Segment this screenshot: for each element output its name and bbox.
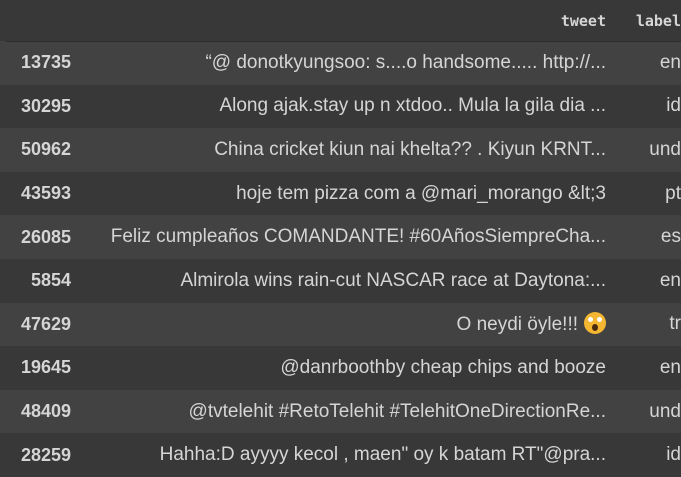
tweet-cell: hoje tem pizza com a @mari_morango &lt;3 bbox=[84, 172, 612, 216]
header-row: tweet label bbox=[0, 0, 681, 41]
table-row: 13735 “@ donotkyungsoo: s....o handsome..… bbox=[0, 41, 681, 85]
tweet-column-header: tweet bbox=[560, 11, 606, 30]
table-row: 19645 @danrboothby cheap chips and booze e… bbox=[0, 346, 681, 390]
table-row: 43593 hoje tem pizza com a @mari_morango … bbox=[0, 171, 681, 216]
dataframe-table: tweet label 13735 “@ donotkyungsoo: s....… bbox=[0, 0, 681, 477]
table-body: 13735 “@ donotkyungsoo: s....o handsome..… bbox=[0, 41, 681, 477]
tweet-text: Feliz cumpleaños COMANDANTE! #60AñosSiem… bbox=[110, 226, 606, 248]
table-row: 48409 @tvtelehit #RetoTelehit #TelehitOne… bbox=[0, 389, 681, 434]
header-divider bbox=[6, 41, 681, 42]
dataframe-output: tweet label 13735 “@ donotkyungsoo: s....… bbox=[0, 0, 681, 477]
row-index: 48409 bbox=[20, 401, 71, 422]
tweet-cell: China cricket kiun nai khelta?? . Kiyun … bbox=[84, 128, 612, 172]
row-index: 19645 bbox=[20, 357, 71, 378]
label-cell: id bbox=[666, 444, 681, 466]
table-row: 5854 Almirola wins rain-cut NASCAR race a… bbox=[0, 258, 681, 303]
table-row: 26085 Feliz cumpleaños COMANDANTE! #60Año… bbox=[0, 215, 681, 259]
tweet-cell: Along ajak.stay up n xtdoo.. Mula la gil… bbox=[84, 85, 612, 129]
table-row: 50962 China cricket kiun nai khelta?? . K… bbox=[0, 128, 681, 172]
label-cell: pt bbox=[665, 182, 681, 204]
label-cell: en bbox=[659, 269, 681, 291]
tweet-text: hoje tem pizza com a @mari_morango &lt;3 bbox=[236, 182, 606, 204]
tweet-text: @danrboothby cheap chips and booze bbox=[280, 356, 606, 378]
row-index: 30295 bbox=[20, 95, 71, 116]
table-row: 30295 Along ajak.stay up n xtdoo.. Mula l… bbox=[0, 84, 681, 129]
tweet-cell: Hahha:D ayyyy kecol , maen" oy k batam R… bbox=[84, 433, 612, 477]
tweet-cell: “@ donotkyungsoo: s....o handsome..... h… bbox=[84, 41, 612, 85]
row-index: 13735 bbox=[20, 52, 71, 73]
label-column-header: label bbox=[635, 11, 681, 30]
label-cell: en bbox=[659, 51, 681, 73]
tweet-cell: Almirola wins rain-cut NASCAR race at Da… bbox=[84, 259, 612, 303]
row-index: 43593 bbox=[20, 183, 71, 204]
tweet-text: “@ donotkyungsoo: s....o handsome..... h… bbox=[205, 51, 606, 73]
tweet-cell: Feliz cumpleaños COMANDANTE! #60AñosSiem… bbox=[84, 215, 612, 259]
label-cell: es bbox=[660, 226, 681, 248]
tweet-text: China cricket kiun nai khelta?? . Kiyun … bbox=[214, 138, 606, 160]
label-cell: tr bbox=[669, 313, 681, 335]
row-index: 28259 bbox=[20, 444, 71, 465]
tweet-cell: O neydi öyle!!! bbox=[84, 303, 612, 347]
tweet-text: Hahha:D ayyyy kecol , maen" oy k batam R… bbox=[159, 444, 606, 466]
row-index: 50962 bbox=[20, 139, 71, 160]
tweet-cell: @tvtelehit #RetoTelehit #TelehitOneDirec… bbox=[84, 390, 612, 434]
tweet-text: O neydi öyle!!! bbox=[456, 314, 578, 336]
tweet-text: @tvtelehit #RetoTelehit #TelehitOneDirec… bbox=[188, 400, 606, 422]
tweet-cell: @danrboothby cheap chips and booze bbox=[84, 346, 612, 390]
face-screaming-in-fear-icon bbox=[584, 312, 606, 335]
row-index: 26085 bbox=[20, 226, 71, 247]
tweet-text: Along ajak.stay up n xtdoo.. Mula la gil… bbox=[219, 95, 606, 117]
label-cell: id bbox=[666, 95, 681, 117]
label-cell: und bbox=[649, 400, 681, 422]
row-index: 47629 bbox=[20, 313, 71, 334]
label-cell: und bbox=[649, 138, 681, 160]
index-column-header bbox=[0, 0, 84, 41]
label-cell: en bbox=[659, 356, 681, 378]
tweet-text: Almirola wins rain-cut NASCAR race at Da… bbox=[180, 269, 606, 291]
table-row: 47629 O neydi öyle!!! tr bbox=[0, 302, 681, 347]
row-index: 5854 bbox=[30, 270, 71, 291]
table-row: 28259 Hahha:D ayyyy kecol , maen" oy k ba… bbox=[0, 433, 681, 477]
